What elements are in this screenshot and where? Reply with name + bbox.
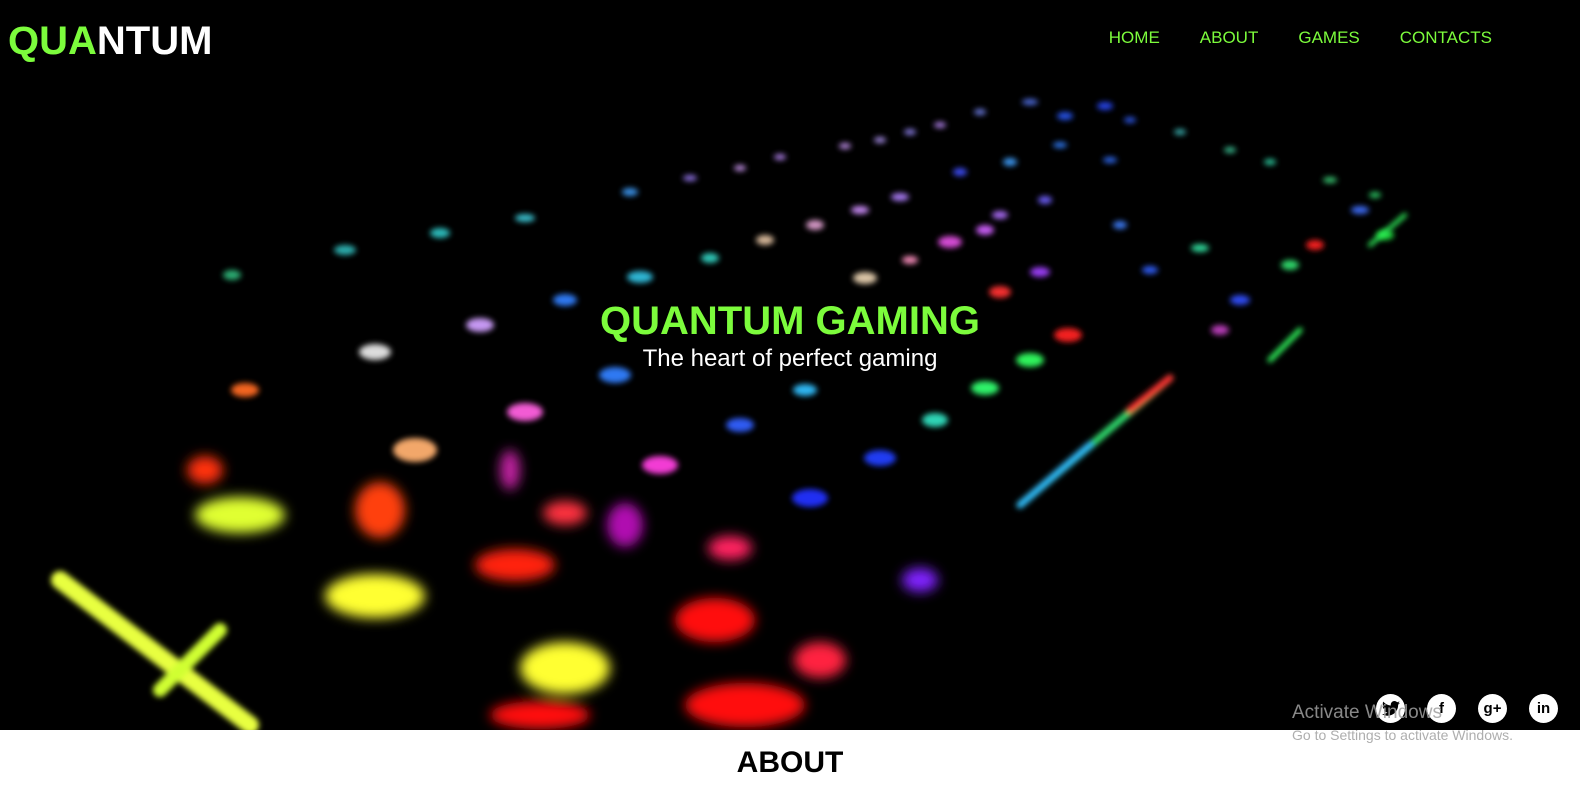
site-logo[interactable]: QUANTUM — [8, 18, 212, 64]
nav-games-link[interactable]: GAMES — [1298, 28, 1359, 48]
hero-section: QUANTUM HOME ABOUT GAMES CONTACTS QUANTU… — [0, 0, 1580, 730]
watermark-title: Activate Windows — [1292, 702, 1442, 723]
nav-contacts-link[interactable]: CONTACTS — [1400, 28, 1492, 48]
watermark-subtitle: Go to Settings to activate Windows. — [1292, 726, 1513, 743]
about-section-heading: ABOUT — [736, 746, 844, 779]
logo-text-main: NTUM — [96, 19, 213, 63]
logo-text-accent: QUA — [8, 19, 97, 63]
hero-title: QUANTUM GAMING — [600, 299, 980, 343]
linkedin-icon[interactable]: in — [1529, 694, 1558, 723]
hero-subtitle: The heart of perfect gaming — [642, 345, 938, 372]
nav-about-link[interactable]: ABOUT — [1200, 28, 1259, 48]
windows-activation-watermark: Activate Windows Go to Settings to activ… — [1292, 702, 1513, 744]
nav-home-link[interactable]: HOME — [1109, 28, 1160, 48]
main-nav: HOME ABOUT GAMES CONTACTS — [1109, 28, 1492, 48]
